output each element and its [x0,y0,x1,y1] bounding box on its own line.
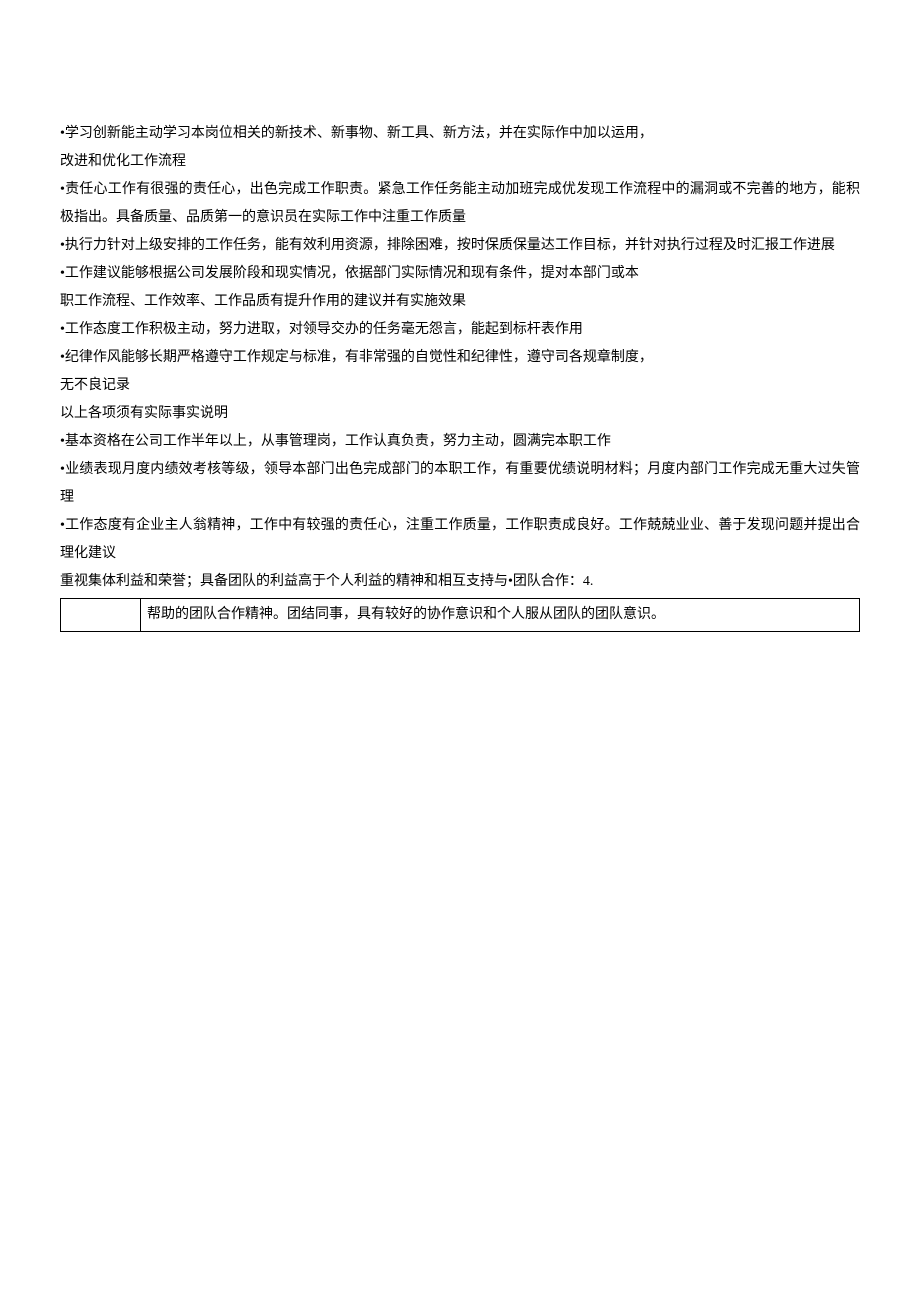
paragraph-8: •纪律作风能够长期严格遵守工作规定与标准，有非常强的自觉性和纪律性，遵守司各规章… [60,344,860,372]
paragraph-6: 职工作流程、工作效率、工作品质有提升作用的建议并有实施效果 [60,288,860,316]
document-body: •学习创新能主动学习本岗位相关的新技术、新事物、新工具、新方法，并在实际作中加以… [60,120,860,632]
paragraph-14: 重视集体利益和荣誉；具备团队的利益高于个人利益的精神和相互支持与•团队合作：4. [60,568,860,596]
paragraph-13: •工作态度有企业主人翁精神，工作中有较强的责任心，注重工作质量，工作职责成良好。… [60,512,860,568]
paragraph-4: •执行力针对上级安排的工作任务，能有效利用资源，排除困难，按时保质保量达工作目标… [60,232,860,260]
paragraph-2: 改进和优化工作流程 [60,148,860,176]
paragraph-12: •业绩表现月度内绩效考核等级，领导本部门出色完成部门的本职工作，有重要优绩说明材… [60,456,860,512]
table-cell-left [61,599,141,632]
paragraph-7: •工作态度工作积极主动，努力进取，对领导交办的任务毫无怨言，能起到标杆表作用 [60,316,860,344]
table-cell-right: 帮助的团队合作精神。团结同事，具有较好的协作意识和个人服从团队的团队意识。 [141,599,860,632]
paragraph-1: •学习创新能主动学习本岗位相关的新技术、新事物、新工具、新方法，并在实际作中加以… [60,120,860,148]
table-row: 帮助的团队合作精神。团结同事，具有较好的协作意识和个人服从团队的团队意识。 [61,599,860,632]
paragraph-9: 无不良记录 [60,372,860,400]
paragraph-10: 以上各项须有实际事实说明 [60,400,860,428]
paragraph-5: •工作建议能够根据公司发展阶段和现实情况，依据部门实际情况和现有条件，提对本部门… [60,260,860,288]
bottom-table: 帮助的团队合作精神。团结同事，具有较好的协作意识和个人服从团队的团队意识。 [60,598,860,632]
paragraph-11: •基本资格在公司工作半年以上，从事管理岗，工作认真负责，努力主动，圆满完本职工作 [60,428,860,456]
paragraph-3: •责任心工作有很强的责任心，出色完成工作职责。紧急工作任务能主动加班完成优发现工… [60,176,860,232]
